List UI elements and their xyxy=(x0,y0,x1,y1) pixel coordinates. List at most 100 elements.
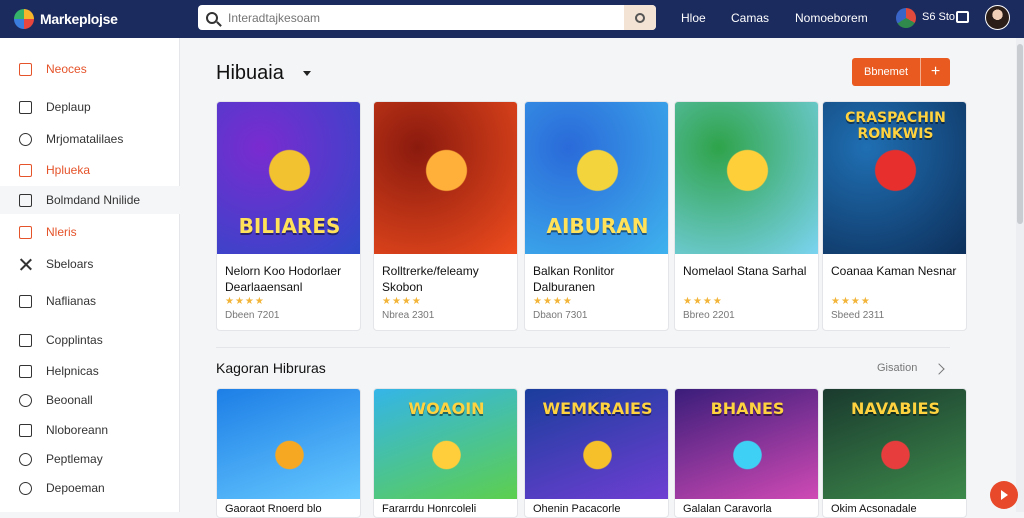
sidebar-item-label: Copplintas xyxy=(46,333,103,347)
game-art-text: AIBURAN xyxy=(546,214,649,238)
circle-icon xyxy=(19,132,32,146)
game-price: Dbeen 7201 xyxy=(225,310,280,321)
game-title[interactable]: Nomelaol Stana Sarhal xyxy=(683,263,813,279)
chevron-down-icon[interactable] xyxy=(303,71,311,76)
game-thumbnail[interactable]: WEMKRAIES xyxy=(525,389,668,499)
scrollbar[interactable] xyxy=(1016,38,1024,512)
game-art-text: WOAOIN xyxy=(408,399,485,418)
box-icon xyxy=(19,193,32,207)
game-title[interactable]: Balkan Ronlitor Dalburanen xyxy=(533,263,663,295)
play-fab-button[interactable] xyxy=(990,481,1018,509)
game-thumbnail[interactable] xyxy=(374,102,517,254)
sidebar-item-label: Helpnicas xyxy=(46,364,99,378)
divider xyxy=(216,347,950,348)
plus-icon: + xyxy=(920,58,950,86)
nav-link-community[interactable]: Nomoeborem xyxy=(795,11,868,25)
close-icon xyxy=(19,258,32,271)
sidebar-item-sbeloars[interactable]: Sbeloars xyxy=(0,250,180,278)
game-title[interactable]: Ohenin Pacacorle xyxy=(533,503,620,515)
game-title[interactable]: Galalan Caravorla xyxy=(683,503,772,515)
region-flag-icon[interactable] xyxy=(896,8,916,28)
rating-stars: ★★★★ xyxy=(533,296,573,307)
sidebar-item-deplaup[interactable]: Deplaup xyxy=(0,93,180,121)
game-title[interactable]: Rolltrerke/feleamy Skobon xyxy=(382,263,512,295)
sidebar: Neoces Deplaup Mrjomatalilaes Hplueka Bo… xyxy=(0,38,180,512)
create-button-label: Bbnemet xyxy=(863,66,909,78)
game-thumbnail[interactable] xyxy=(217,389,360,499)
sidebar-item-beoonall[interactable]: Beoonall xyxy=(0,386,180,414)
game-thumbnail[interactable] xyxy=(675,102,818,254)
page-title[interactable]: Hibuaia xyxy=(216,62,284,85)
game-price: Dbaon 7301 xyxy=(533,310,588,321)
sidebar-item-mrjomatalilaes[interactable]: Mrjomatalilaes xyxy=(0,125,180,153)
game-thumbnail[interactable]: WOAOIN xyxy=(374,389,517,499)
game-title[interactable]: Gaoraot Rnoerd blo xyxy=(225,503,322,515)
search-button[interactable] xyxy=(624,5,656,30)
logo[interactable]: Markeplojse xyxy=(14,9,194,29)
game-card[interactable]: CRASPACHIN RONKWIS Coanaa Kaman Nesnar ★★★… xyxy=(822,101,967,331)
pen-icon xyxy=(19,393,32,407)
search-icon xyxy=(206,11,218,24)
game-card[interactable]: BHANES Galalan Caravorla xyxy=(674,388,819,518)
sidebar-item-neoces[interactable]: Neoces xyxy=(0,55,180,83)
logo-text: Markeplojse xyxy=(40,11,118,27)
sidebar-item-nloboreann[interactable]: Nloboreann xyxy=(0,416,180,444)
logo-icon xyxy=(14,9,34,29)
game-art-text: WEMKRAIES xyxy=(542,399,653,418)
game-card[interactable]: WOAOIN Fararrdu Honrcoleli xyxy=(373,388,518,518)
scrollbar-thumb[interactable] xyxy=(1017,44,1023,224)
game-art-text: NAVABIES xyxy=(851,399,940,418)
game-thumbnail[interactable]: BHANES xyxy=(675,389,818,499)
game-thumbnail[interactable]: AIBURAN xyxy=(525,102,668,254)
search-input[interactable] xyxy=(228,10,628,25)
sidebar-item-label: Bolmdand Nnilide xyxy=(46,193,141,207)
sidebar-item-copplintas[interactable]: Copplintas xyxy=(0,326,180,354)
game-title[interactable]: Okim Acsonadale xyxy=(831,503,917,515)
target-icon xyxy=(19,452,32,466)
game-card[interactable]: Gaoraot Rnoerd blo xyxy=(216,388,361,518)
nav-link-home[interactable]: Hloe xyxy=(681,11,706,25)
avatar[interactable] xyxy=(985,5,1010,30)
sidebar-item-bolmdand[interactable]: Bolmdand Nnilide xyxy=(0,186,180,214)
game-title[interactable]: Fararrdu Honrcoleli xyxy=(382,503,476,515)
game-thumbnail[interactable]: CRASPACHIN RONKWIS xyxy=(823,102,966,254)
main-content: Hibuaia Bbnemet + BILIARES Nelorn Koo Hod… xyxy=(180,38,1016,518)
user-icon xyxy=(19,481,32,495)
sidebar-item-label: Nloboreann xyxy=(46,423,109,437)
section-heading: Kagoran Hibruras xyxy=(216,360,326,376)
game-title[interactable]: Coanaa Kaman Nesnar xyxy=(831,263,961,279)
sidebar-item-label: Sbeloars xyxy=(46,257,94,271)
game-card[interactable]: BILIARES Nelorn Koo Hodorlaer Dearlaaensa… xyxy=(216,101,361,331)
sidebar-item-peptlemay[interactable]: Peptlemay xyxy=(0,445,180,473)
sidebar-item-label: Naflianas xyxy=(46,294,97,308)
wallet-balance[interactable]: S6 Sto xyxy=(922,11,955,23)
game-title[interactable]: Nelorn Koo Hodorlaer Dearlaaensanl xyxy=(225,263,355,295)
create-button[interactable]: Bbnemet + xyxy=(852,58,950,86)
search-bar xyxy=(198,5,656,30)
sidebar-item-naflianas[interactable]: Naflianas xyxy=(0,287,180,315)
game-price: Bbreo 2201 xyxy=(683,310,735,321)
game-card[interactable]: Rolltrerke/feleamy Skobon ★★★★ Nbrea 2301 xyxy=(373,101,518,331)
search-icon xyxy=(635,12,645,23)
sidebar-item-hplueka[interactable]: Hplueka xyxy=(0,156,180,184)
game-card[interactable]: WEMKRAIES Ohenin Pacacorle xyxy=(524,388,669,518)
sidebar-item-depoeman[interactable]: Depoeman xyxy=(0,474,180,502)
game-thumbnail[interactable]: NAVABIES xyxy=(823,389,966,499)
sidebar-item-nleris[interactable]: Nleris xyxy=(0,218,180,246)
game-card[interactable]: NAVABIES Okim Acsonadale xyxy=(822,388,967,518)
nav-link-games[interactable]: Camas xyxy=(731,11,769,25)
cart-icon[interactable] xyxy=(956,11,969,23)
home-icon xyxy=(19,423,32,437)
game-art-text: CRASPACHIN RONKWIS xyxy=(845,110,946,142)
game-thumbnail[interactable]: BILIARES xyxy=(217,102,360,254)
star-icon xyxy=(19,163,32,177)
rating-stars: ★★★★ xyxy=(225,296,265,307)
game-card[interactable]: AIBURAN Balkan Ronlitor Dalburanen ★★★★ Dba… xyxy=(524,101,669,331)
game-card[interactable]: Nomelaol Stana Sarhal ★★★★ Bbreo 2201 xyxy=(674,101,819,331)
sidebar-item-helpnicas[interactable]: Helpnicas xyxy=(0,357,180,385)
chevron-right-icon[interactable] xyxy=(933,363,945,375)
game-price: Nbrea 2301 xyxy=(382,310,435,321)
check-icon xyxy=(19,333,32,347)
play-icon xyxy=(1000,490,1008,500)
see-all-link[interactable]: Gisation xyxy=(877,362,917,374)
